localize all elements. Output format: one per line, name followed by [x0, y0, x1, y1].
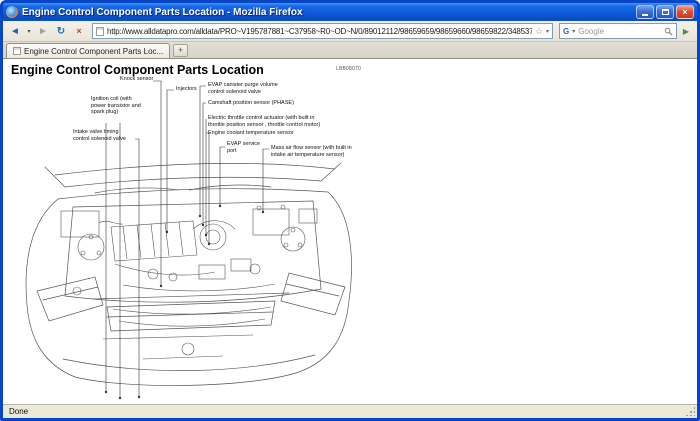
maximize-icon: [662, 9, 669, 15]
reload-button[interactable]: ↻: [53, 23, 69, 39]
search-box[interactable]: G ▾ Google: [559, 23, 677, 39]
browser-window: Engine Control Component Parts Location …: [0, 0, 700, 421]
chevron-down-icon: ▾: [27, 28, 30, 35]
stop-icon: ×: [76, 26, 81, 36]
back-icon: ◄: [10, 26, 20, 37]
search-engine-dropdown-icon[interactable]: ▾: [572, 28, 575, 35]
forward-button[interactable]: ►: [35, 23, 51, 39]
back-history-dropdown[interactable]: ▾: [25, 23, 33, 39]
resize-grip[interactable]: [685, 406, 695, 416]
figure-id: LBB08070: [336, 66, 361, 72]
firefox-icon: [6, 6, 18, 18]
car-outline: [26, 163, 351, 386]
page-content: Engine Control Component Parts Location …: [3, 58, 697, 404]
page-title: Engine Control Component Parts Location: [11, 63, 264, 77]
diagram-label-knock-sensor: Knock sensor: [120, 76, 165, 83]
diagram-label-throttle-actuator: Electric throttle control actuator (with…: [208, 115, 330, 128]
go-button[interactable]: ▶: [679, 23, 693, 39]
tab-favicon-icon: [13, 47, 21, 55]
url-text: http://www.alldatapro.com/alldata/PRO~V1…: [107, 27, 532, 36]
navigation-toolbar: ◄ ▾ ► ↻ × http://www.alldatapro.com/alld…: [3, 21, 697, 42]
new-tab-button[interactable]: +: [173, 44, 188, 57]
minimize-button[interactable]: [636, 5, 654, 19]
stop-button[interactable]: ×: [71, 23, 87, 39]
titlebar[interactable]: Engine Control Component Parts Location …: [3, 3, 697, 21]
tab-engine-control[interactable]: Engine Control Component Parts Loc...: [6, 43, 170, 58]
reload-icon: ↻: [57, 26, 65, 37]
diagram-label-maf-sensor: Mass air flow sensor (with built in inta…: [271, 145, 353, 158]
engine-parts: [61, 205, 317, 359]
url-history-dropdown-icon[interactable]: ▾: [546, 28, 549, 35]
status-text: Done: [9, 407, 28, 416]
go-icon: ▶: [683, 27, 689, 36]
window-controls: ×: [636, 5, 694, 19]
page-favicon-icon: [96, 27, 104, 36]
google-logo-icon: G: [563, 27, 569, 36]
back-button[interactable]: ◄: [7, 23, 23, 39]
diagram-label-ignition-coil: Ignition coil (with power transistor and…: [91, 96, 141, 116]
close-icon: ×: [682, 8, 687, 17]
tab-bar: Engine Control Component Parts Loc... +: [3, 42, 697, 58]
bookmark-star-icon[interactable]: ☆: [535, 26, 543, 37]
search-placeholder: Google: [578, 27, 661, 36]
window-title: Engine Control Component Parts Location …: [22, 7, 632, 18]
url-bar[interactable]: http://www.alldatapro.com/alldata/PRO~V1…: [92, 23, 553, 39]
forward-icon: ►: [38, 26, 48, 37]
diagram-label-evap-service-port: EVAP service port: [227, 141, 267, 154]
diagram-label-evap-purge-valve: EVAP canister purge volume control solen…: [208, 82, 288, 95]
status-bar: Done: [3, 404, 697, 418]
diagram-label-injectors: Injectors: [176, 86, 211, 93]
search-icon[interactable]: [664, 27, 673, 36]
diagram-label-coolant-sensor: Engine coolant temperature sensor: [208, 130, 308, 137]
diagram-label-camshaft-sensor: Camshaft position sensor (PHASE): [208, 100, 313, 107]
tab-label: Engine Control Component Parts Loc...: [24, 47, 163, 56]
minimize-icon: [642, 14, 648, 16]
close-button[interactable]: ×: [676, 5, 694, 19]
maximize-button[interactable]: [656, 5, 674, 19]
diagram-label-intake-valve-timing: Intake valve timing control solenoid val…: [73, 129, 135, 142]
